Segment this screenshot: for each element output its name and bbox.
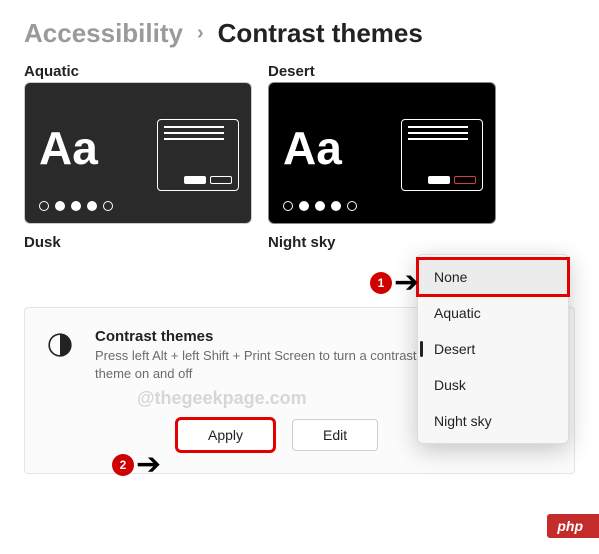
preview-color-dots — [283, 201, 357, 211]
preview-window-icon — [157, 119, 239, 191]
preview-color-dots — [39, 201, 113, 211]
theme-dropdown[interactable]: None Aquatic Desert Dusk Night sky — [417, 254, 569, 444]
theme-label-night-sky: Night sky — [268, 234, 496, 251]
dropdown-item-dusk[interactable]: Dusk — [418, 367, 568, 403]
chevron-right-icon: › — [197, 22, 204, 45]
breadcrumb-current: Contrast themes — [218, 18, 423, 49]
theme-preview-dusk[interactable]: Aa — [24, 82, 252, 224]
dropdown-item-none[interactable]: None — [418, 259, 568, 295]
theme-preview-night-sky[interactable]: Aa — [268, 82, 496, 224]
dropdown-item-desert[interactable]: Desert — [418, 331, 568, 367]
preview-sample-text: Aa — [283, 125, 342, 171]
card-description: Press left Alt + left Shift + Print Scre… — [95, 347, 425, 382]
theme-label-desert: Desert — [268, 63, 496, 80]
theme-preview-grid: Aquatic Aa Dusk Desert Aa — [24, 63, 575, 251]
apply-button[interactable]: Apply — [177, 419, 274, 451]
theme-label-aquatic: Aquatic — [24, 63, 252, 80]
breadcrumb-parent[interactable]: Accessibility — [24, 18, 183, 49]
contrast-icon — [47, 332, 73, 358]
preview-window-icon — [401, 119, 483, 191]
php-badge: php — [547, 514, 599, 538]
edit-button[interactable]: Edit — [292, 419, 378, 451]
dropdown-item-aquatic[interactable]: Aquatic — [418, 295, 568, 331]
theme-label-dusk: Dusk — [24, 234, 252, 251]
preview-sample-text: Aa — [39, 125, 98, 171]
breadcrumb: Accessibility › Contrast themes — [24, 18, 575, 49]
dropdown-item-night-sky[interactable]: Night sky — [418, 403, 568, 439]
